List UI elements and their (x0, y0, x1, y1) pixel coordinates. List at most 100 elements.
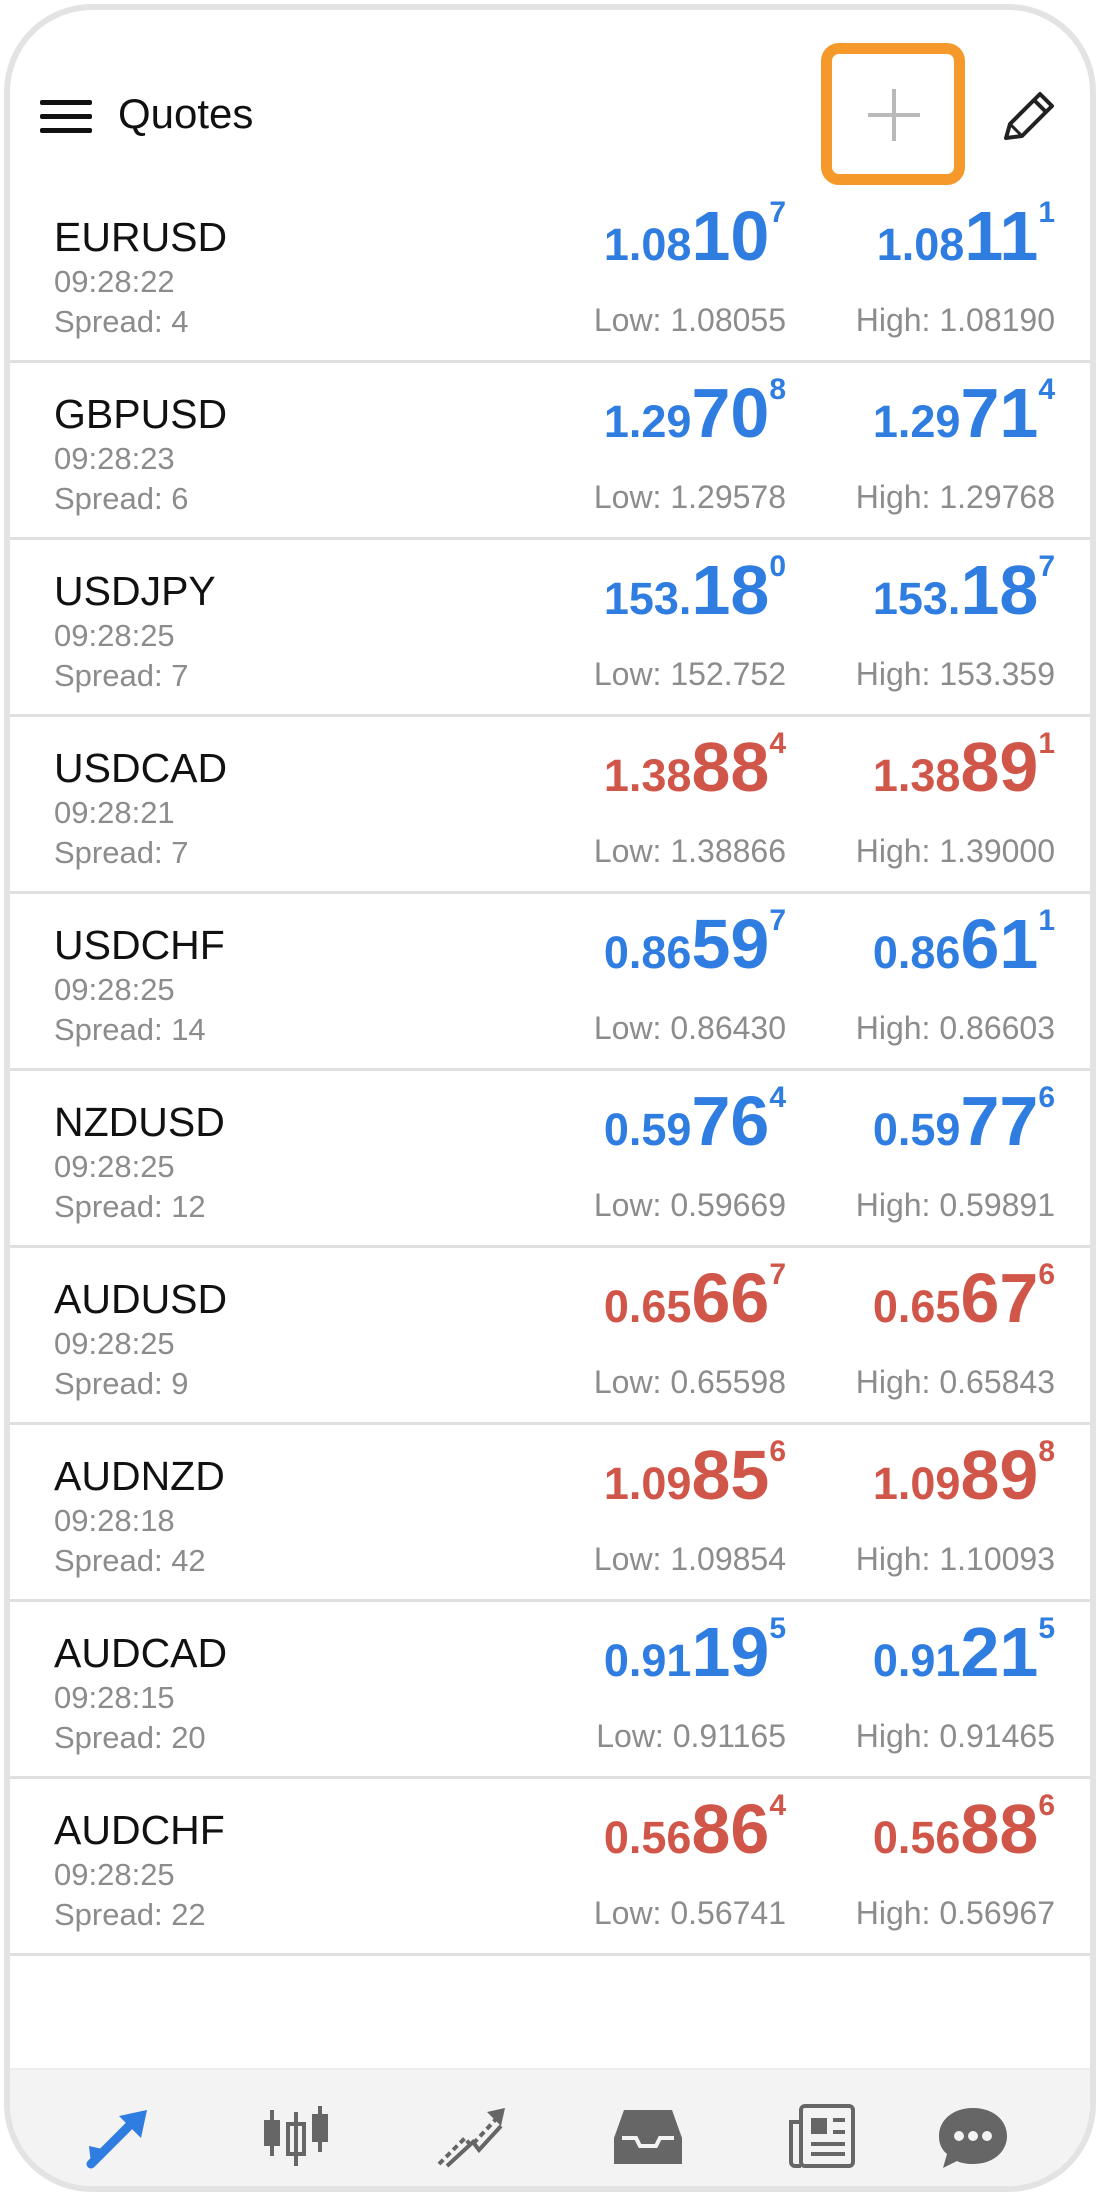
bid-price-major: 153. (603, 573, 692, 624)
ask-price-pips: 67 (960, 1259, 1039, 1337)
bid-price: 153.180 (604, 550, 786, 630)
high-value: High: 153.359 (855, 656, 1055, 692)
add-symbol-button[interactable] (821, 43, 965, 185)
bid-price-pips: 85 (691, 1436, 770, 1514)
ask-price-major: 153. (872, 573, 961, 624)
ask-price-pips: 61 (960, 905, 1039, 983)
nav-quotes-icon[interactable] (85, 2102, 155, 2172)
ask-price-pips: 77 (960, 1082, 1039, 1160)
quote-row[interactable]: GBPUSD 09:28:23 Spread: 6 1.29708 1.2971… (10, 363, 1090, 540)
quote-row[interactable]: AUDCHF 09:28:25 Spread: 22 0.56864 0.568… (10, 1779, 1090, 1956)
ask-price-fraction: 1 (1038, 727, 1055, 760)
bid-price-major: 0.56 (603, 1812, 692, 1863)
quote-row[interactable]: AUDUSD 09:28:25 Spread: 9 0.65667 0.6567… (10, 1248, 1090, 1425)
symbol-name: AUDCAD (54, 1630, 228, 1676)
quote-time: 09:28:23 (54, 441, 175, 476)
ask-price-fraction: 5 (1038, 1612, 1055, 1645)
quote-row[interactable]: EURUSD 09:28:22 Spread: 4 1.08107 1.0811… (10, 186, 1090, 363)
ask-price-major: 1.08 (876, 219, 965, 270)
quote-row[interactable]: USDCAD 09:28:21 Spread: 7 1.38884 1.3889… (10, 717, 1090, 894)
high-value: High: 1.39000 (855, 833, 1055, 869)
spread-value: Spread: 6 (54, 481, 189, 516)
spread-value: Spread: 4 (54, 304, 189, 339)
ask-price-fraction: 1 (1038, 904, 1055, 937)
quote-time: 09:28:21 (54, 795, 175, 830)
ask-price-pips: 88 (960, 1790, 1039, 1868)
ask-price: 153.187 (873, 550, 1055, 630)
low-value: Low: 0.59669 (593, 1187, 786, 1223)
low-value: Low: 1.38866 (593, 833, 786, 869)
bid-price: 1.08107 (604, 196, 786, 276)
ask-price: 0.86611 (873, 904, 1055, 984)
quotes-list: EURUSD 09:28:22 Spread: 4 1.08107 1.08 1 1… (10, 186, 1090, 1956)
low-value: Low: 1.29578 (593, 479, 786, 515)
low-value: Low: 0.56741 (593, 1895, 786, 1931)
nav-history-inbox-icon[interactable] (610, 2102, 682, 2172)
quote-row[interactable]: USDJPY 09:28:25 Spread: 7 153.180 153.18… (10, 540, 1090, 717)
ask-price-major: 0.86 (872, 927, 961, 978)
bid-price: 1.09856 (604, 1435, 786, 1515)
bid-price-pips: 70 (691, 374, 770, 452)
ask-price: 0.91215 (873, 1612, 1055, 1692)
quote-time: 09:28:25 (54, 1149, 175, 1184)
ask-price-major: 1.09 (872, 1458, 961, 1509)
page-title: Quotes (118, 90, 254, 137)
quote-row[interactable]: USDCHF 09:28:25 Spread: 14 0.86597 0.866… (10, 894, 1090, 1071)
nav-news-icon[interactable] (785, 2102, 855, 2172)
low-value: Low: 152.752 (593, 656, 786, 692)
ask-price-fraction: 6 (1038, 1258, 1055, 1291)
nav-trade-icon[interactable] (435, 2102, 505, 2172)
bid-price-fraction: 4 (769, 1081, 786, 1114)
ask-price: 1.29714 (873, 373, 1055, 453)
bid-price: 0.91195 (604, 1612, 786, 1692)
ask-price-fraction: 6 (1038, 1081, 1055, 1114)
bid-price-major: 1.29 (603, 396, 692, 447)
ask-price-major: 0.59 (872, 1104, 961, 1155)
quote-row[interactable]: AUDNZD 09:28:18 Spread: 42 1.09856 1.098… (10, 1425, 1090, 1602)
symbol-name: EURUSD (54, 214, 228, 260)
bid-price-fraction: 4 (769, 727, 786, 760)
bid-price-pips: 66 (691, 1259, 770, 1337)
top-app-bar: Quotes (10, 10, 1090, 186)
pencil-icon[interactable] (998, 86, 1060, 153)
ask-price-major: 0.56 (872, 1812, 961, 1863)
bid-price: 0.56864 (604, 1789, 786, 1869)
high-value: High: 0.86603 (855, 1010, 1055, 1046)
nav-chart-icon[interactable] (260, 2102, 330, 2172)
symbol-name: NZDUSD (54, 1099, 225, 1145)
spread-value: Spread: 7 (54, 835, 189, 870)
ask-price: 0.56886 (873, 1789, 1055, 1869)
quote-time: 09:28:22 (54, 264, 175, 299)
bid-price-pips: 86 (691, 1790, 770, 1868)
quote-row[interactable]: NZDUSD 09:28:25 Spread: 12 0.59764 0.597… (10, 1071, 1090, 1248)
hamburger-menu-icon[interactable] (40, 100, 92, 134)
symbol-name: AUDCHF (54, 1807, 225, 1853)
ask-price-fraction: 4 (1038, 373, 1055, 406)
ask-price-fraction: 7 (1038, 550, 1055, 583)
low-value: Low: 0.86430 (593, 1010, 786, 1046)
bid-price: 0.59764 (604, 1081, 786, 1161)
bid-price-fraction: 0 (769, 550, 786, 583)
ask-price-fraction: 1 (1038, 196, 1055, 229)
bid-price-pips: 88 (691, 728, 770, 806)
nav-chat-icon[interactable] (935, 2102, 1007, 2172)
quote-time: 09:28:18 (54, 1503, 175, 1538)
ask-price-pips: 18 (960, 551, 1039, 629)
ask-price-major: 1.38 (872, 750, 961, 801)
quote-time: 09:28:15 (54, 1680, 175, 1715)
ask-price-major: 0.91 (872, 1635, 961, 1686)
quote-time: 09:28:25 (54, 1326, 175, 1361)
bid-price-fraction: 7 (769, 196, 786, 229)
bid-price-pips: 76 (691, 1082, 770, 1160)
symbol-name: USDCAD (54, 745, 228, 791)
low-value: Low: 1.09854 (593, 1541, 786, 1577)
phone-frame: Quotes EURUSD 09:28:22 Spread: 4 1.08107… (4, 4, 1096, 2192)
quote-row[interactable]: AUDCAD 09:28:15 Spread: 20 0.91195 0.912… (10, 1602, 1090, 1779)
bid-price-pips: 19 (691, 1613, 770, 1691)
high-value: High: 0.65843 (855, 1364, 1055, 1400)
spread-value: Spread: 9 (54, 1366, 189, 1401)
ask-price: 1.09898 (873, 1435, 1055, 1515)
high-value: High: 0.59891 (855, 1187, 1055, 1223)
plus-icon (868, 89, 920, 141)
bid-price: 1.29708 (604, 373, 786, 453)
